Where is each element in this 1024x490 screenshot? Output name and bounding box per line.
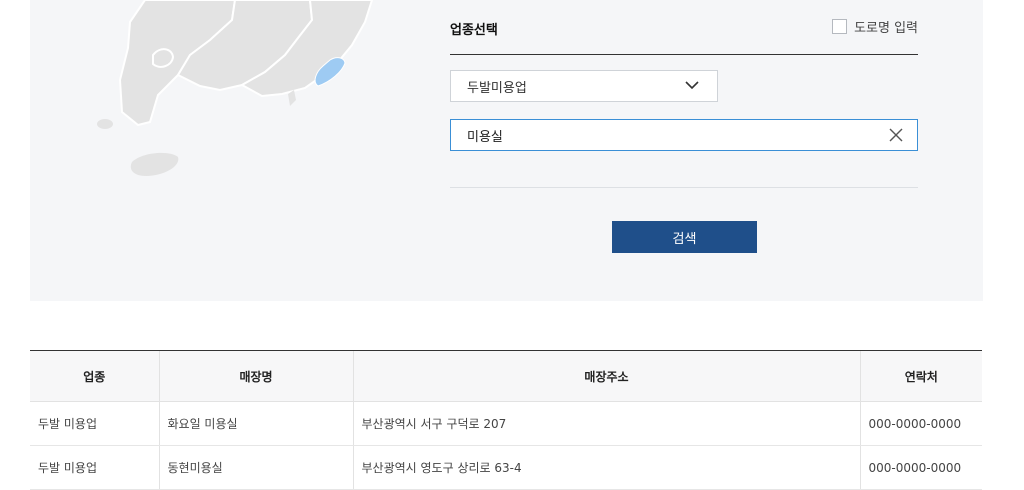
cell-address: 부산광역시 영도구 상리로 63-4 [352,445,860,490]
cell-phone: 000-0000-0000 [859,445,982,490]
header-store-name: 매장명 [158,350,353,402]
map-island-dot [97,119,113,129]
table-row[interactable]: 두발 미용업 화요일 미용실 부산광역시 서구 구덕로 207 000-0000… [30,401,982,446]
header-phone: 연락처 [859,350,982,402]
category-section-header: 업종선택 도로명 입력 [450,0,918,55]
section-title: 업종선택 [450,23,498,38]
search-button[interactable]: 검색 [612,221,757,253]
cell-category: 두발 미용업 [30,401,159,446]
close-icon[interactable] [889,128,903,142]
table-header-row: 업종 매장명 매장주소 연락처 [30,350,982,402]
road-name-toggle[interactable]: 도로명 입력 [832,17,918,36]
map-island-jeju[interactable] [130,152,179,176]
category-select[interactable]: 두발미용업 [450,70,718,102]
cell-category: 두발 미용업 [30,445,159,490]
category-select-value: 두발미용업 [467,80,527,96]
results-table: 업종 매장명 매장주소 연락처 두발 미용업 화요일 미용실 부산광역시 서구 … [30,350,982,490]
cell-phone: 000-0000-0000 [859,401,982,446]
region-map[interactable] [60,0,400,190]
table-row[interactable]: 두발 미용업 동현미용실 부산광역시 영도구 상리로 63-4 000-0000… [30,445,982,490]
cell-store-name: 화요일 미용실 [158,401,353,446]
header-address: 매장주소 [352,350,860,402]
keyword-input[interactable] [451,120,867,150]
chevron-down-icon [685,81,699,90]
cell-address: 부산광역시 서구 구덕로 207 [352,401,860,446]
section-divider [450,187,918,188]
cell-store-name: 동현미용실 [158,445,353,490]
map-region-small[interactable] [152,48,175,68]
header-category: 업종 [30,350,159,402]
road-name-checkbox[interactable] [832,19,848,34]
road-name-label: 도로명 입력 [854,21,918,36]
keyword-field[interactable] [450,119,918,151]
